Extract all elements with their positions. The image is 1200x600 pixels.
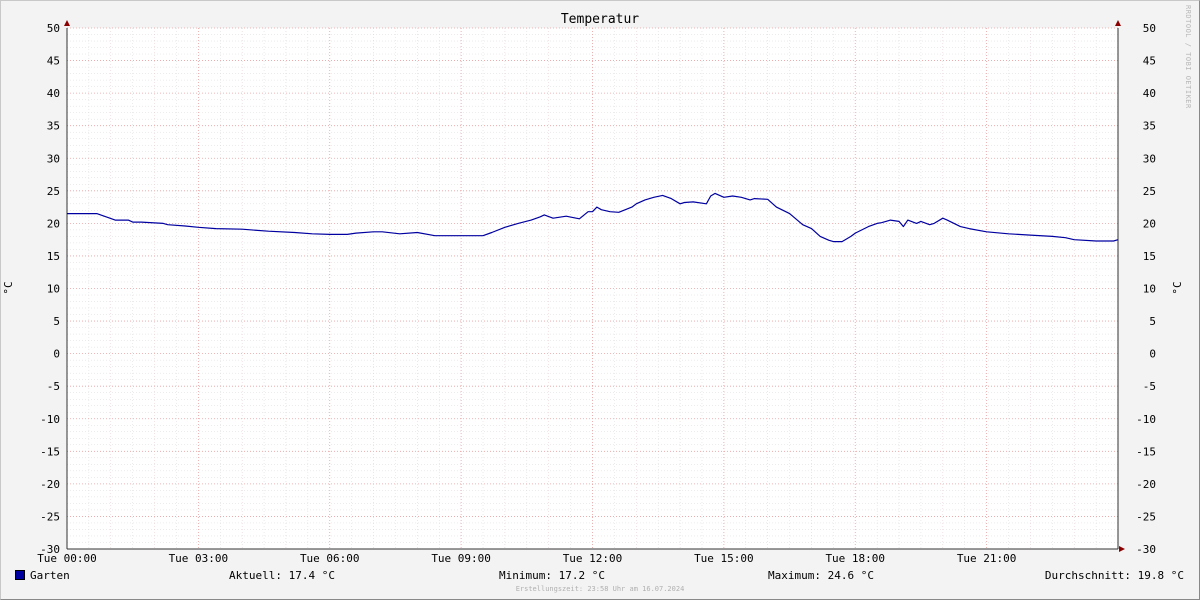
y-tick-label-right: -30 [1136,543,1156,556]
legend-average: Durchschnitt: 19.8 °C [1044,569,1184,582]
y-tick-label-right: 20 [1143,217,1156,230]
y-tick-label-right: -10 [1136,413,1156,426]
x-tick-label: Tue 00:00 [37,552,97,565]
y-tick-label: 50 [47,22,60,35]
x-tick-label: Tue 03:00 [169,552,229,565]
legend-minimum: Minimum: 17.2 °C [499,569,605,582]
y-axis-left-arrow [64,20,70,26]
y-tick-label: -10 [40,413,60,426]
x-tick-label: Tue 21:00 [957,552,1017,565]
y-tick-label-right: 0 [1149,348,1156,361]
y-tick-label: 30 [47,152,60,165]
footnote: Erstellungszeit: 23:58 Uhr am 16.07.2024 [515,585,685,593]
y-tick-label: 10 [47,283,60,296]
legend-current: Aktuell: 17.4 °C [229,569,335,582]
legend-series-name: Garten [30,569,70,582]
x-tick-label: Tue 09:00 [431,552,491,565]
y-tick-label: -25 [40,510,60,523]
y-tick-label: 25 [47,185,60,198]
y-tick-labels-left: 50454035302520151050-5-10-15-20-25-30 [40,22,60,556]
y-tick-label: 40 [47,87,60,100]
y-tick-label-right: -5 [1143,380,1156,393]
y-tick-label-right: 40 [1143,87,1156,100]
y-axis-label-left: °C [2,281,15,294]
x-tick-label: Tue 12:00 [563,552,623,565]
y-tick-label: 20 [47,217,60,230]
chart-title: Temperatur [561,12,639,27]
x-tick-label: Tue 18:00 [825,552,885,565]
y-tick-label-right: 5 [1149,315,1156,328]
y-tick-label: 35 [47,120,60,133]
y-tick-label: 0 [53,348,60,361]
x-tick-label: Tue 06:00 [300,552,360,565]
x-tick-label: Tue 15:00 [694,552,754,565]
y-tick-label-right: -20 [1136,478,1156,491]
y-tick-labels-right: 50454035302520151050-5-10-15-20-25-30 [1136,22,1156,556]
y-tick-label: 45 [47,55,60,68]
y-tick-label-right: -25 [1136,510,1156,523]
y-tick-label: -15 [40,445,60,458]
y-tick-label-right: 35 [1143,120,1156,133]
y-tick-label-right: 30 [1143,152,1156,165]
y-tick-label: 5 [53,315,60,328]
y-tick-label: -20 [40,478,60,491]
y-tick-label-right: 50 [1143,22,1156,35]
y-tick-label-right: 45 [1143,55,1156,68]
legend: Garten Aktuell: 17.4 °C Minimum: 17.2 °C… [0,569,1200,583]
x-axis-arrow [1119,546,1125,552]
y-tick-label-right: 10 [1143,283,1156,296]
y-axis-right-arrow [1115,20,1121,26]
y-tick-label-right: 15 [1143,250,1156,263]
y-axis-label-right: °C [1171,281,1184,294]
legend-maximum: Maximum: 24.6 °C [768,569,874,582]
x-tick-labels: Tue 00:00 Tue 03:00 Tue 06:00 Tue 09:00 Tue … [37,552,1016,565]
temperature-chart: 50454035302520151050-5-10-15-20-25-30 50… [2,12,1184,565]
y-tick-label-right: 25 [1143,185,1156,198]
y-tick-label: -5 [47,380,60,393]
y-tick-label: 15 [47,250,60,263]
watermark: RRDTOOL / TOBI OETIKER [1184,5,1192,109]
y-tick-label-right: -15 [1136,445,1156,458]
